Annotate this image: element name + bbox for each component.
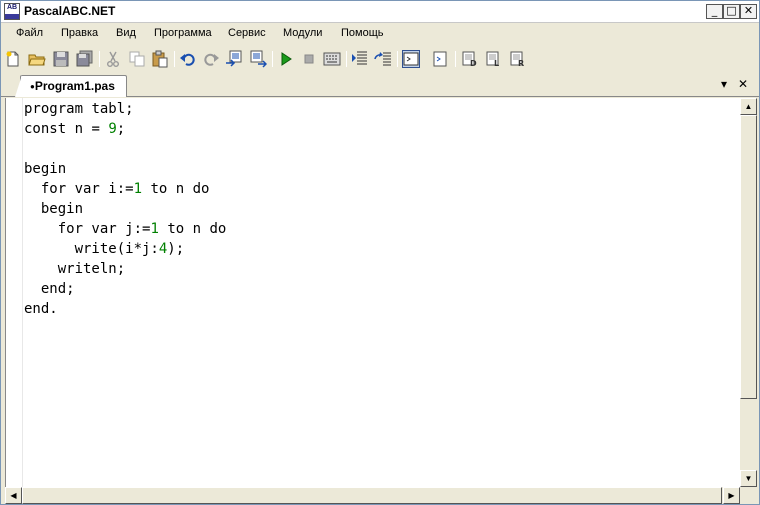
code-line[interactable]: writeln; — [24, 259, 226, 279]
tab-label: Program1.pas — [34, 79, 115, 93]
code-keyword: program — [24, 101, 84, 117]
code-number: 1 — [150, 221, 159, 237]
find-icon[interactable] — [225, 50, 243, 68]
scroll-left-button[interactable]: ◀ — [5, 487, 22, 504]
step-over-icon[interactable] — [374, 50, 392, 68]
menu-help[interactable]: Помощь — [341, 27, 384, 39]
code-keyword: for var — [57, 221, 117, 237]
scroll-down-button[interactable]: ▼ — [740, 470, 757, 487]
code-token: j:= — [116, 221, 151, 237]
code-token: ); — [167, 241, 185, 257]
code-token: ; — [116, 121, 126, 137]
minimize-button[interactable]: _ — [706, 4, 723, 19]
menu-program[interactable]: Программа — [154, 27, 212, 39]
step-into-icon[interactable] — [351, 50, 369, 68]
code-keyword: end — [24, 301, 50, 317]
output-window-icon[interactable] — [432, 50, 450, 68]
code-text[interactable]: program tabl; const n = 9; begin for var i… — [24, 99, 226, 319]
close-button[interactable]: ✕ — [740, 4, 757, 19]
code-keyword: for var — [40, 181, 100, 197]
replace-icon[interactable] — [249, 50, 267, 68]
window-title: PascalABC.NET — [24, 4, 116, 18]
horizontal-scroll-thumb[interactable] — [22, 487, 722, 504]
code-token: i:= — [99, 181, 134, 197]
code-line[interactable]: program tabl; — [24, 99, 226, 119]
paste-icon[interactable] — [151, 50, 169, 68]
code-keyword: begin — [24, 161, 67, 177]
code-line[interactable]: end; — [24, 279, 226, 299]
code-token: writeln; — [24, 261, 126, 277]
code-token: write(i*j: — [24, 241, 159, 257]
menu-edit[interactable]: Правка — [61, 27, 98, 39]
editor-gutter[interactable] — [6, 98, 23, 487]
code-keyword: end — [40, 281, 67, 297]
menu-bar: Файл Правка Вид Программа Сервис Модули … — [1, 23, 759, 45]
code-token: tabl; — [83, 101, 134, 117]
save-all-icon[interactable] — [76, 50, 94, 68]
reference-icon[interactable]: R — [509, 50, 527, 68]
code-line[interactable]: for var j:=1 to n do — [24, 219, 227, 239]
code-token: n — [167, 181, 193, 197]
tab-program1[interactable]: ●Program1.pas — [15, 75, 127, 97]
console-icon[interactable] — [402, 50, 420, 68]
toolbar: D L R — [1, 45, 759, 73]
cut-icon[interactable] — [104, 50, 122, 68]
trace-icon[interactable]: L — [485, 50, 503, 68]
menu-file[interactable]: Файл — [16, 27, 43, 39]
tab-list-dropdown-icon[interactable]: ▾ — [721, 77, 727, 91]
undo-icon[interactable] — [179, 50, 197, 68]
title-bar[interactable]: AB PascalABC.NET _ □ ✕ — [1, 1, 759, 23]
document-tabstrip: ●Program1.pas ▾ ✕ — [1, 73, 759, 97]
maximize-button[interactable]: □ — [723, 4, 740, 19]
code-line[interactable]: end. — [24, 299, 226, 319]
redo-icon[interactable] — [202, 50, 220, 68]
scroll-right-button[interactable]: ▶ — [723, 487, 740, 504]
code-line[interactable]: for var i:=1 to n do — [24, 179, 226, 199]
stop-icon[interactable] — [300, 50, 318, 68]
vertical-scroll-thumb[interactable] — [740, 115, 757, 399]
scroll-up-button[interactable]: ▲ — [740, 98, 757, 115]
code-keyword: const — [24, 121, 67, 137]
svg-text:D: D — [470, 59, 477, 68]
vertical-scrollbar[interactable]: ▲ ▼ — [740, 98, 757, 487]
code-line[interactable]: write(i*j:4); — [24, 239, 226, 259]
scrollbar-corner — [740, 487, 757, 504]
code-keyword: do — [209, 221, 227, 237]
svg-text:L: L — [494, 59, 499, 68]
code-editor[interactable]: program tabl; const n = 9; begin for var i… — [5, 98, 740, 487]
code-keyword: begin — [40, 201, 84, 217]
menu-service[interactable]: Сервис — [228, 27, 266, 39]
new-file-icon[interactable] — [4, 50, 22, 68]
code-token: ; — [66, 281, 75, 297]
app-logo-icon: AB — [4, 3, 20, 20]
copy-icon[interactable] — [128, 50, 146, 68]
code-number: 1 — [133, 181, 143, 197]
code-keyword: to — [150, 181, 168, 197]
menu-view[interactable]: Вид — [116, 27, 136, 39]
code-keyword: do — [192, 181, 210, 197]
menu-modules[interactable]: Модули — [283, 27, 322, 39]
svg-text:R: R — [518, 59, 524, 68]
main-window: AB PascalABC.NET _ □ ✕ Файл Правка Вид П… — [0, 0, 760, 505]
code-number: 9 — [108, 121, 117, 137]
code-keyword: to — [167, 221, 185, 237]
code-line[interactable]: begin — [24, 159, 226, 179]
code-token: . — [49, 301, 58, 317]
save-icon[interactable] — [52, 50, 70, 68]
code-token: n = — [66, 121, 109, 137]
debug-icon[interactable]: D — [461, 50, 479, 68]
open-folder-icon[interactable] — [28, 50, 46, 68]
horizontal-scrollbar[interactable]: ◀ ▶ — [5, 487, 740, 504]
compile-icon[interactable] — [323, 50, 341, 68]
code-line[interactable] — [24, 139, 226, 159]
tab-close-icon[interactable]: ✕ — [738, 77, 748, 91]
run-icon[interactable] — [277, 50, 295, 68]
code-token: n — [184, 221, 210, 237]
code-line[interactable]: begin — [24, 199, 226, 219]
code-line[interactable]: const n = 9; — [24, 119, 226, 139]
